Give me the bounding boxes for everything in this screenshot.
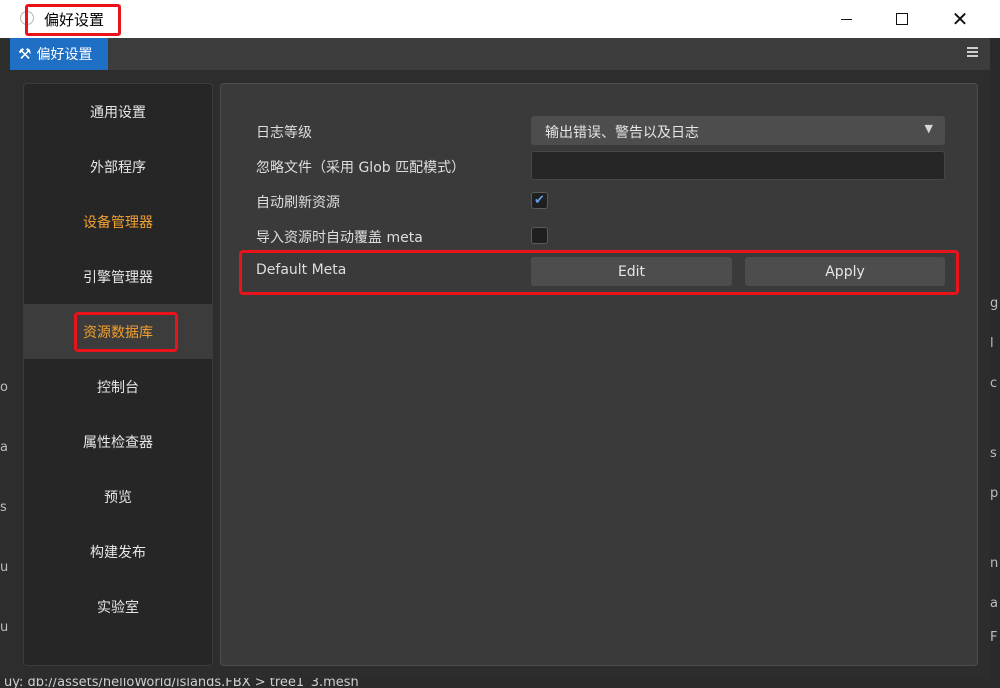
sidebar-item-build[interactable]: 构建发布 — [24, 524, 212, 579]
sidebar: 通用设置 外部程序 设备管理器 引擎管理器 资源数据库 控制台 属性检查器 预览… — [23, 83, 213, 666]
background-app-left-strip: o a s u u — [0, 38, 10, 688]
minimize-button[interactable] — [820, 0, 872, 38]
log-level-label: 日志等级 — [256, 125, 312, 141]
close-icon: ✕ — [951, 7, 969, 31]
checkmark-icon: ✔ — [534, 193, 545, 208]
menu-icon[interactable] — [967, 47, 978, 59]
ignore-files-label: 忽略文件（采用 Glob 匹配模式） — [256, 160, 466, 176]
setting-row-log-level: 日志等级 输出错误、警告以及日志 ▼ — [221, 116, 979, 146]
ignore-files-input[interactable] — [531, 151, 945, 180]
settings-panel: 日志等级 输出错误、警告以及日志 ▼ 忽略文件（采用 Glob 匹配模式） 自动… — [220, 83, 978, 666]
tab-label: 偏好设置 — [36, 47, 93, 63]
log-level-select[interactable]: 输出错误、警告以及日志 ▼ — [531, 116, 945, 145]
annotation-box-title — [25, 4, 121, 36]
annotation-box-asset-database — [74, 312, 178, 352]
setting-row-ignore-files: 忽略文件（采用 Glob 匹配模式） — [221, 151, 979, 181]
setting-row-auto-overwrite-meta: 导入资源时自动覆盖 meta — [221, 221, 979, 251]
sidebar-item-device-manager[interactable]: 设备管理器 — [24, 194, 212, 249]
sidebar-item-external-programs[interactable]: 外部程序 — [24, 139, 212, 194]
tools-icon: ⚒ — [18, 45, 32, 63]
apply-button[interactable]: Apply — [745, 257, 945, 286]
sidebar-item-preview[interactable]: 预览 — [24, 469, 212, 524]
preferences-window: 偏好设置 ✕ ⚒ 偏好设置 通用设置 外部程序 设备管理器 引擎管理器 资源数据… — [0, 0, 1000, 688]
sidebar-item-asset-database[interactable]: 资源数据库 — [24, 304, 212, 359]
minimize-icon — [840, 18, 852, 20]
sidebar-item-lab[interactable]: 实验室 — [24, 579, 212, 634]
auto-overwrite-meta-checkbox[interactable] — [531, 227, 548, 244]
setting-row-default-meta: Default Meta Edit Apply — [221, 250, 979, 295]
caret-down-icon: ▼ — [924, 122, 933, 135]
auto-refresh-label: 自动刷新资源 — [256, 195, 340, 211]
maximize-icon — [896, 13, 908, 25]
sidebar-item-general[interactable]: 通用设置 — [24, 84, 212, 139]
title-bar[interactable]: 偏好设置 ✕ — [0, 0, 1000, 38]
sidebar-item-inspector[interactable]: 属性检查器 — [24, 414, 212, 469]
close-button[interactable]: ✕ — [934, 0, 986, 38]
auto-refresh-checkbox[interactable]: ✔ — [531, 192, 548, 209]
tab-bar: ⚒ 偏好设置 — [10, 38, 990, 70]
maximize-button[interactable] — [876, 0, 928, 38]
tab-preferences[interactable]: ⚒ 偏好设置 — [10, 38, 108, 70]
setting-row-auto-refresh: 自动刷新资源 ✔ — [221, 186, 979, 216]
default-meta-label: Default Meta — [256, 262, 347, 278]
auto-overwrite-meta-label: 导入资源时自动覆盖 meta — [256, 230, 423, 246]
sidebar-item-engine-manager[interactable]: 引擎管理器 — [24, 249, 212, 304]
edit-button[interactable]: Edit — [531, 257, 732, 286]
sidebar-item-console[interactable]: 控制台 — [24, 359, 212, 414]
content-area: 通用设置 外部程序 设备管理器 引擎管理器 资源数据库 控制台 属性检查器 预览… — [10, 70, 990, 678]
